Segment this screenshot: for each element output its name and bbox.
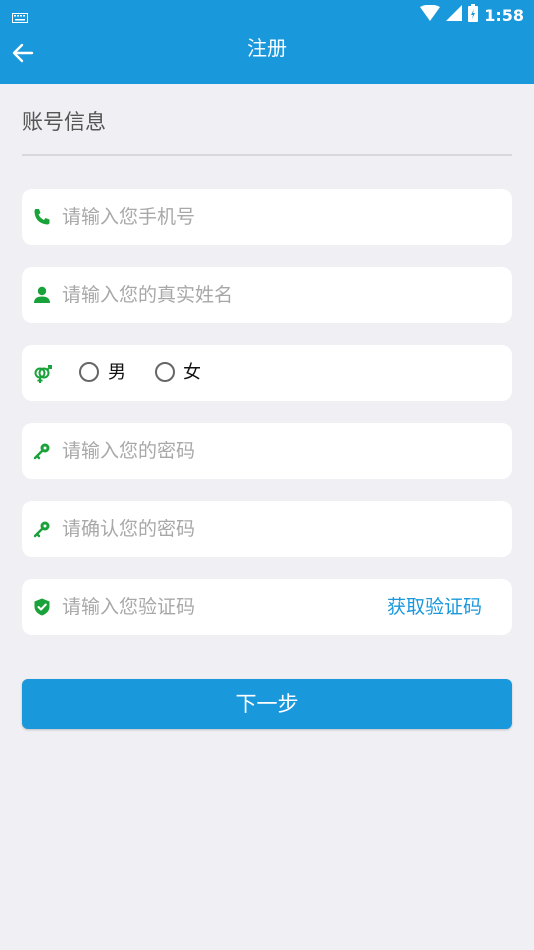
male-label[interactable]: 男 [108, 345, 126, 401]
female-radio[interactable] [155, 362, 175, 382]
gender-icon [32, 363, 52, 383]
male-radio[interactable] [79, 362, 99, 382]
keyboard-icon [12, 8, 28, 27]
wifi-icon [420, 4, 441, 25]
confirm-password-placeholder: 请确认您的密码 [62, 518, 196, 540]
verification-code-field[interactable]: 请输入您验证码 获取验证码 [22, 579, 512, 635]
confirm-password-field[interactable]: 请确认您的密码 [22, 501, 512, 557]
user-icon [32, 285, 52, 305]
app-bar: 注册 [0, 28, 534, 84]
female-label[interactable]: 女 [183, 345, 201, 401]
gender-field: 男 女 [22, 345, 512, 401]
key-icon [32, 519, 52, 539]
real-name-field[interactable]: 请输入您的真实姓名 [22, 267, 512, 323]
phone-field[interactable]: 请输入您手机号 [22, 189, 512, 245]
next-step-button[interactable]: 下一步 [22, 679, 512, 729]
shield-check-icon [32, 597, 52, 617]
signal-icon [446, 5, 463, 25]
section-divider [22, 154, 512, 156]
real-name-placeholder: 请输入您的真实姓名 [62, 284, 234, 306]
phone-placeholder: 请输入您手机号 [62, 206, 196, 228]
key-icon [32, 441, 52, 461]
section-title: 账号信息 [22, 110, 106, 134]
page-title: 注册 [247, 36, 287, 60]
status-bar: 1:58 [0, 0, 534, 28]
status-time: 1:58 [484, 5, 524, 25]
phone-icon [32, 207, 52, 227]
password-placeholder: 请输入您的密码 [62, 440, 196, 462]
get-code-button[interactable]: 获取验证码 [387, 579, 482, 635]
password-field[interactable]: 请输入您的密码 [22, 423, 512, 479]
verification-code-placeholder: 请输入您验证码 [62, 596, 196, 618]
battery-icon [468, 4, 479, 26]
